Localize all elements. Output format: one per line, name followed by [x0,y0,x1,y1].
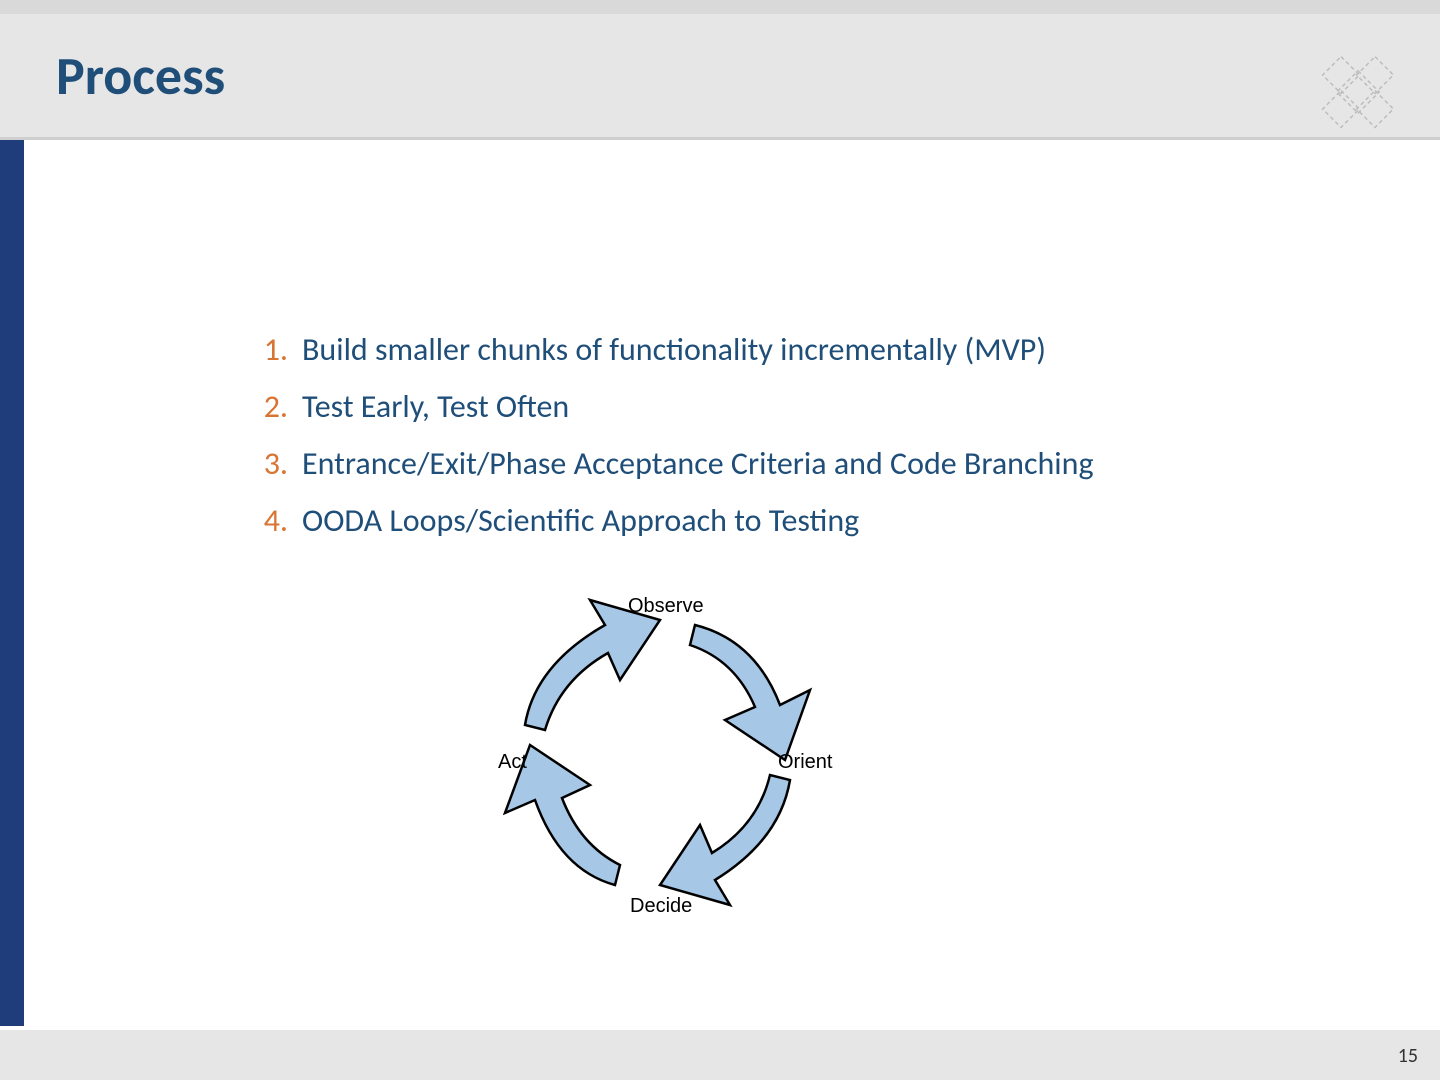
content-list: 1. Build smaller chunks of functionality… [230,330,1230,558]
ooda-label-orient: Orient [778,751,832,774]
list-number: 4. [230,501,288,540]
header: Process [0,14,1440,140]
ooda-label-observe: Observe [628,595,704,618]
top-bar [0,0,1440,14]
ooda-label-decide: Decide [630,895,692,918]
list-item: 3. Entrance/Exit/Phase Acceptance Criter… [230,444,1230,483]
list-item: 1. Build smaller chunks of functionality… [230,330,1230,369]
list-number: 1. [230,330,288,369]
corner-logo-icon [1318,52,1398,132]
list-text: Test Early, Test Often [302,387,569,426]
list-text: Entrance/Exit/Phase Acceptance Criteria … [302,444,1094,483]
page-title: Process [56,43,225,109]
list-number: 3. [230,444,288,483]
page-number: 15 [1398,1044,1418,1068]
left-accent-bar [0,14,24,1026]
ooda-diagram: Observe Orient Decide Act [480,585,840,925]
list-item: 2. Test Early, Test Often [230,387,1230,426]
footer-bar [0,1030,1440,1080]
list-text: OODA Loops/Scientific Approach to Testin… [302,501,859,540]
list-text: Build smaller chunks of functionality in… [302,330,1046,369]
ooda-label-act: Act [498,751,527,774]
list-item: 4. OODA Loops/Scientific Approach to Tes… [230,501,1230,540]
list-number: 2. [230,387,288,426]
